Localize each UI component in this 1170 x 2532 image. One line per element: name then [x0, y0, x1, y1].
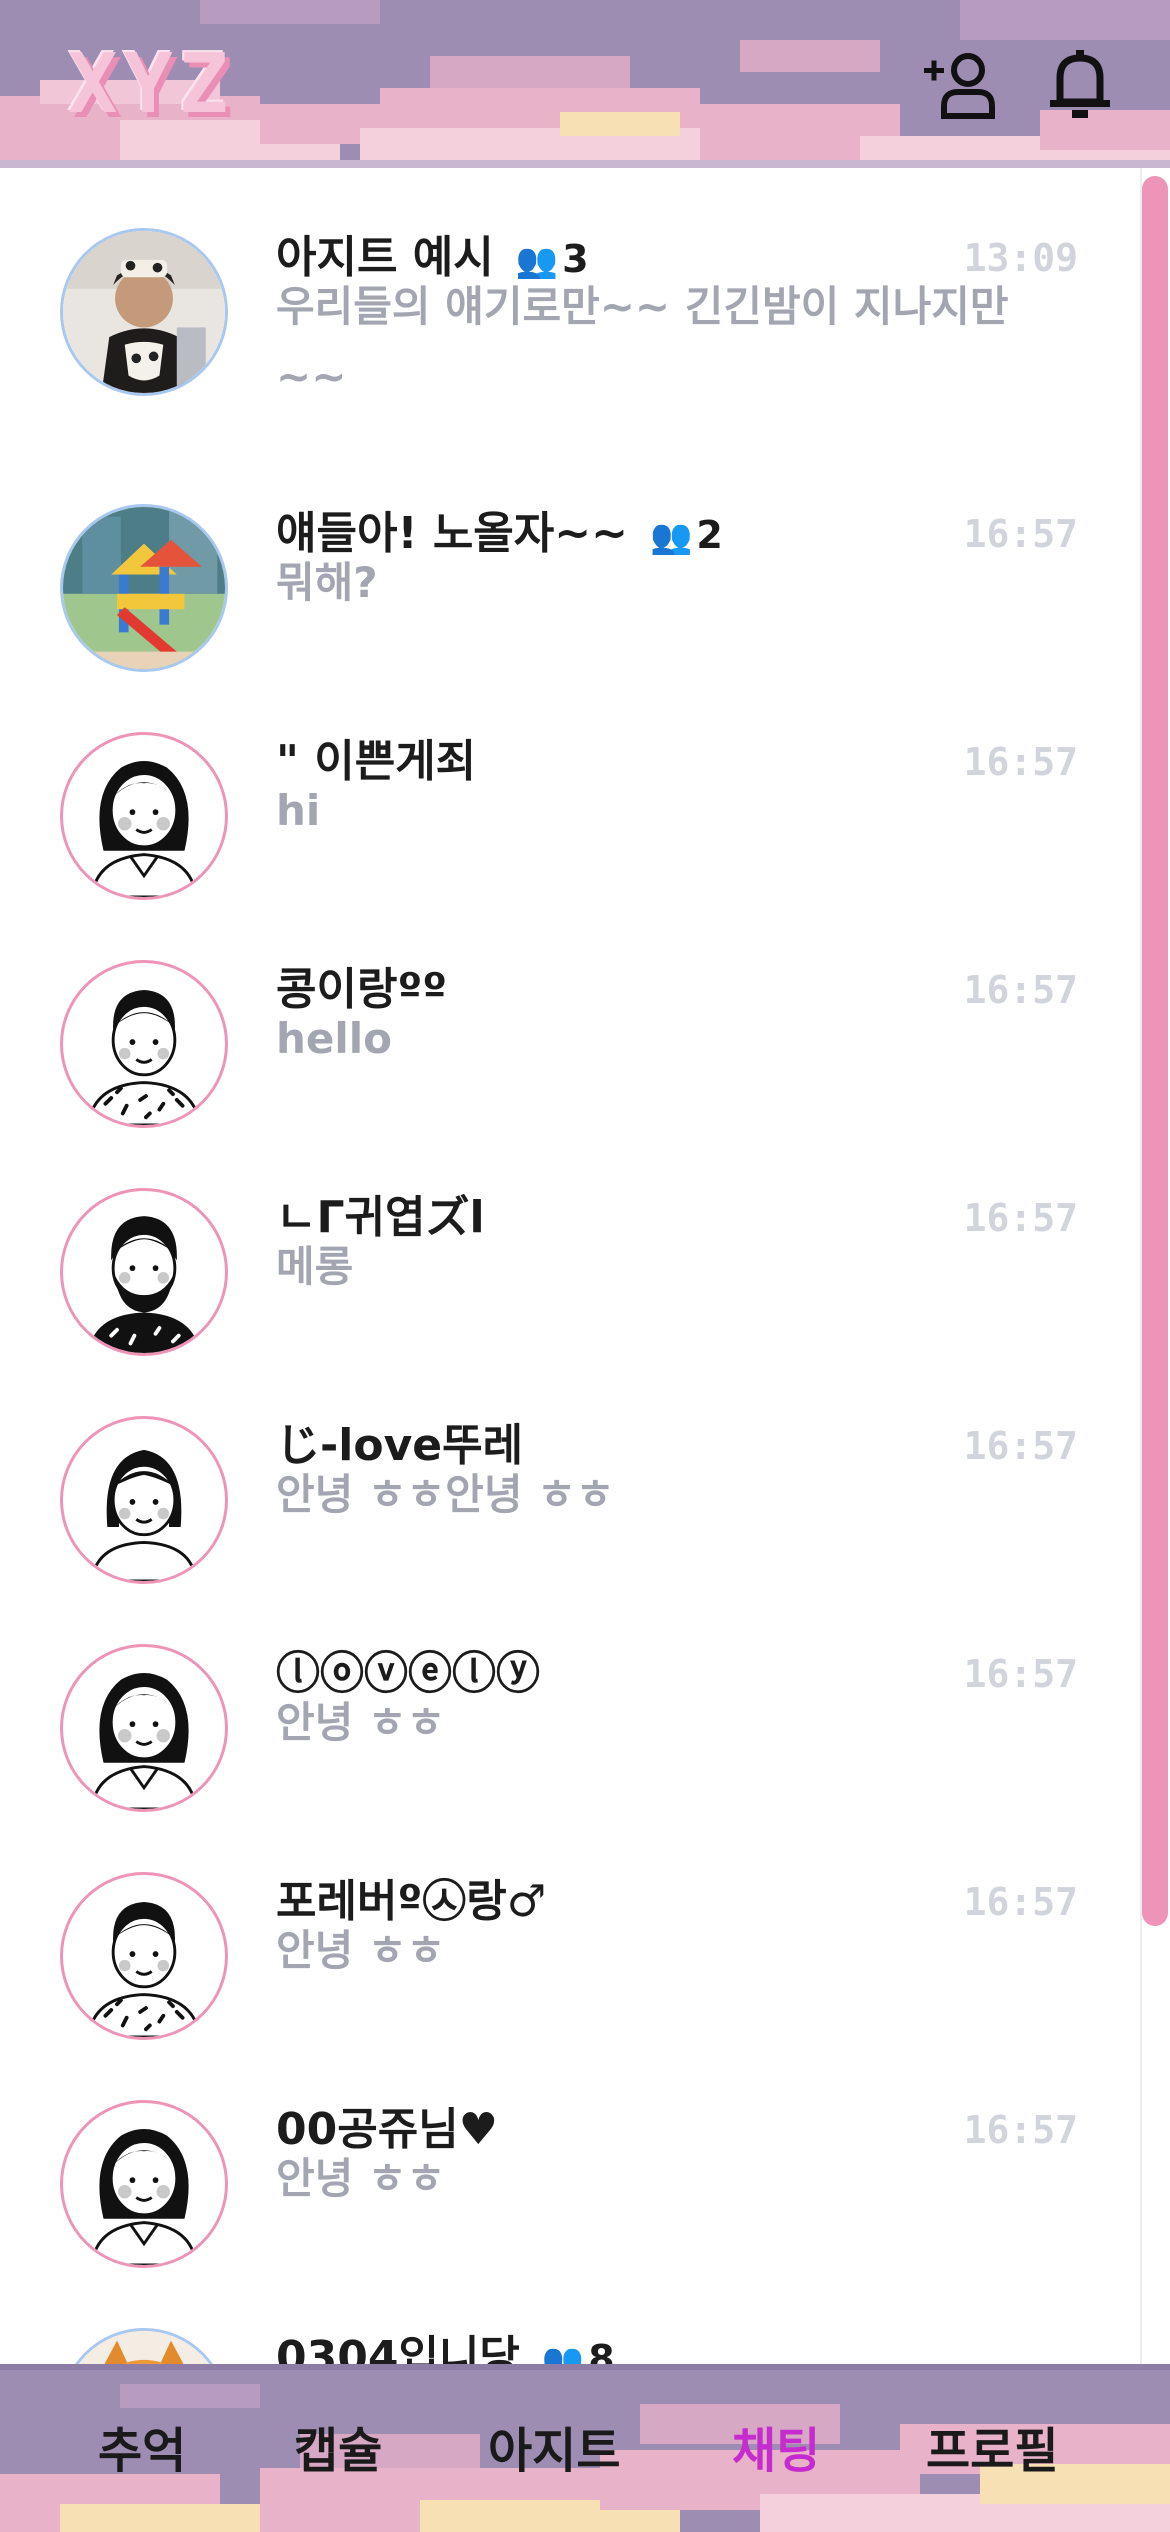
group-avatar-photo — [60, 228, 228, 396]
chat-name: 0304입니당 👥 8 — [276, 2328, 615, 2364]
chat-preview: 안녕 ㅎㅎ — [276, 1698, 446, 1747]
group-avatar-photo — [60, 2328, 228, 2364]
add-friend-icon[interactable] — [920, 46, 1000, 126]
nav-tab-profile[interactable]: 프로필 — [926, 2416, 1058, 2486]
chat-preview: 뭐해? — [276, 558, 378, 607]
nav-tab-capsule[interactable]: 캡슐 — [294, 2416, 382, 2486]
member-count: 👥 8 — [542, 2329, 615, 2364]
bottom-nav: 추억 캡슐 아지트 채팅 프로필 — [0, 2364, 1170, 2532]
chat-preview: 우리들의 얘기로만~~ 긴긴밤이 지나지만~~ — [276, 282, 1009, 401]
chat-preview: 메롱 — [276, 1242, 354, 1291]
chat-preview: 안녕 ㅎㅎ안녕 ㅎㅎ — [276, 1470, 615, 1519]
person-avatar — [60, 1188, 228, 1356]
top-header: XYZ — [0, 0, 1170, 168]
chat-preview: hello — [276, 1014, 393, 1063]
chat-title: 0304입니당 — [276, 2332, 520, 2364]
person-avatar — [60, 1416, 228, 1584]
person-avatar — [60, 1644, 228, 1812]
chat-list[interactable]: 아지트 예시 👥 3 13:09 우리들의 얘기로만~~ 긴긴밤이 지나지만~~ 얘… — [0, 168, 1140, 2364]
person-avatar — [60, 1872, 228, 2040]
person-avatar — [60, 732, 228, 900]
chat-preview: hi — [276, 786, 321, 835]
app-logo[interactable]: XYZ — [68, 40, 234, 130]
nav-tab-chat[interactable]: 채팅 — [732, 2416, 820, 2486]
members-icon: 👥 — [541, 2341, 585, 2364]
scrollbar-thumb[interactable] — [1142, 176, 1168, 1926]
bell-icon[interactable] — [1040, 46, 1120, 126]
nav-tab-memory[interactable]: 추억 — [98, 2416, 186, 2486]
group-avatar-photo — [60, 504, 228, 672]
chat-preview: 안녕 ㅎㅎ — [276, 1926, 446, 1975]
person-avatar — [60, 960, 228, 1128]
person-avatar — [60, 2100, 228, 2268]
chat-preview: 안녕 ㅎㅎ — [276, 2154, 446, 2203]
nav-tab-hideout[interactable]: 아지트 — [488, 2416, 620, 2486]
